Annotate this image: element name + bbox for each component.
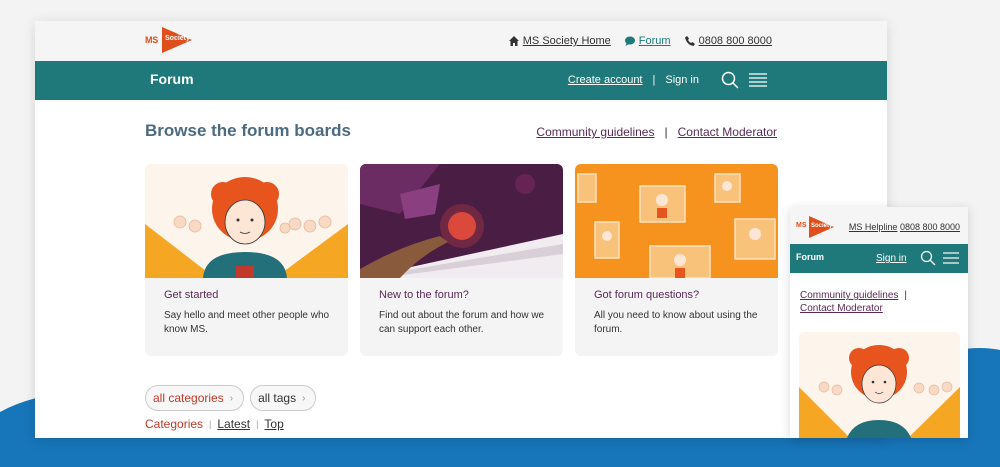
main-navbar: Forum Create account | Sign in <box>35 61 887 100</box>
contact-moderator-link[interactable]: Contact Moderator <box>678 125 777 139</box>
nav-actions: Create account | Sign in <box>568 71 767 89</box>
community-guidelines-link[interactable]: Community guidelines <box>536 125 654 139</box>
top-links: MS Society Home Forum 0808 800 8000 <box>508 35 772 47</box>
mobile-community-guidelines-link[interactable]: Community guidelines <box>800 290 898 301</box>
card-title: New to the forum? <box>379 289 469 301</box>
all-tags-filter[interactable]: all tags › <box>250 385 317 411</box>
card-description: Say hello and meet other people who know… <box>164 310 330 335</box>
card-image-new-to-forum <box>360 164 563 278</box>
phone-icon <box>684 36 695 46</box>
all-categories-filter[interactable]: all categories › <box>145 385 245 411</box>
nav-title[interactable]: Forum <box>150 71 194 87</box>
card-description: Find out about the forum and how we can … <box>379 310 545 335</box>
card-title: Got forum questions? <box>594 289 700 301</box>
tab-categories[interactable]: Categories <box>145 417 203 431</box>
home-icon <box>508 36 519 46</box>
mobile-card-image-get-started[interactable] <box>799 332 960 438</box>
chevron-right-icon: › <box>302 392 306 404</box>
desktop-window: MS Society MS Society Home Forum 0808 80… <box>35 21 887 438</box>
mobile-sign-in-link[interactable]: Sign in <box>876 253 907 264</box>
guide-separator: | <box>664 125 668 139</box>
chat-icon <box>624 36 635 46</box>
ms-society-home-link[interactable]: MS Society Home <box>508 35 611 47</box>
tab-top[interactable]: Top <box>264 417 283 431</box>
tab-separator: | <box>209 419 212 429</box>
mobile-top-bar: MS Society MS Helpline 0808 800 8000 <box>790 207 968 244</box>
top-utility-bar: MS Society MS Society Home Forum 0808 80… <box>35 21 887 61</box>
mobile-helpline[interactable]: MS Helpline 0808 800 8000 <box>849 222 960 232</box>
mobile-guide-links: Community guidelines | Contact Moderator <box>800 289 907 315</box>
forum-link[interactable]: Forum <box>624 35 671 47</box>
ms-society-logo[interactable]: MS Society <box>145 27 195 55</box>
filter-label: all categories <box>153 391 224 405</box>
helpline-number: 0808 800 8000 <box>899 222 960 232</box>
hamburger-menu-icon[interactable] <box>749 71 767 89</box>
search-icon[interactable] <box>920 250 936 266</box>
mobile-logo-ms-text: MS <box>796 222 807 229</box>
logo-society-text: Society <box>165 35 190 42</box>
mobile-logo-society-text: Society <box>811 223 833 229</box>
card-get-started[interactable]: Get started Say hello and meet other peo… <box>145 164 348 356</box>
mobile-ms-society-logo[interactable]: MS Society <box>796 216 836 238</box>
card-new-to-forum[interactable]: New to the forum? Find out about the for… <box>360 164 563 356</box>
tab-latest[interactable]: Latest <box>217 417 250 431</box>
mobile-link-separator: | <box>904 290 907 301</box>
card-description: All you need to know about using the for… <box>594 310 758 335</box>
filter-pills: all categories › all tags › <box>145 385 317 411</box>
sign-in-link[interactable]: Sign in <box>665 74 699 86</box>
page-heading: Browse the forum boards <box>145 121 351 140</box>
view-tabs: Categories | Latest | Top <box>145 417 284 431</box>
tab-separator: | <box>256 419 259 429</box>
helpline-label: MS Helpline <box>848 222 898 232</box>
mobile-nav-title[interactable]: Forum <box>796 252 824 262</box>
hamburger-menu-icon[interactable] <box>943 250 959 266</box>
card-image-forum-questions <box>575 164 778 278</box>
mobile-contact-moderator-link[interactable]: Contact Moderator <box>800 303 883 314</box>
card-image-get-started <box>145 164 348 278</box>
phone-number: 0808 800 8000 <box>698 35 772 47</box>
mobile-window: MS Society MS Helpline 0808 800 8000 For… <box>790 207 968 438</box>
filter-label: all tags <box>258 391 297 405</box>
ms-society-home-label: MS Society Home <box>522 35 611 47</box>
nav-separator: | <box>652 74 656 86</box>
card-title: Get started <box>164 289 219 301</box>
create-account-link[interactable]: Create account <box>568 74 643 86</box>
forum-board-cards: Get started Say hello and meet other peo… <box>145 164 778 356</box>
search-icon[interactable] <box>721 71 739 89</box>
chevron-right-icon: › <box>229 392 234 404</box>
forum-guide-links: Community guidelines | Contact Moderator <box>536 125 777 139</box>
forum-label: Forum <box>638 35 671 47</box>
logo-ms-text: MS <box>145 35 158 45</box>
phone-link[interactable]: 0808 800 8000 <box>684 35 772 47</box>
mobile-navbar: Forum Sign in <box>790 244 968 273</box>
card-forum-questions[interactable]: Got forum questions? All you need to kno… <box>575 164 778 356</box>
